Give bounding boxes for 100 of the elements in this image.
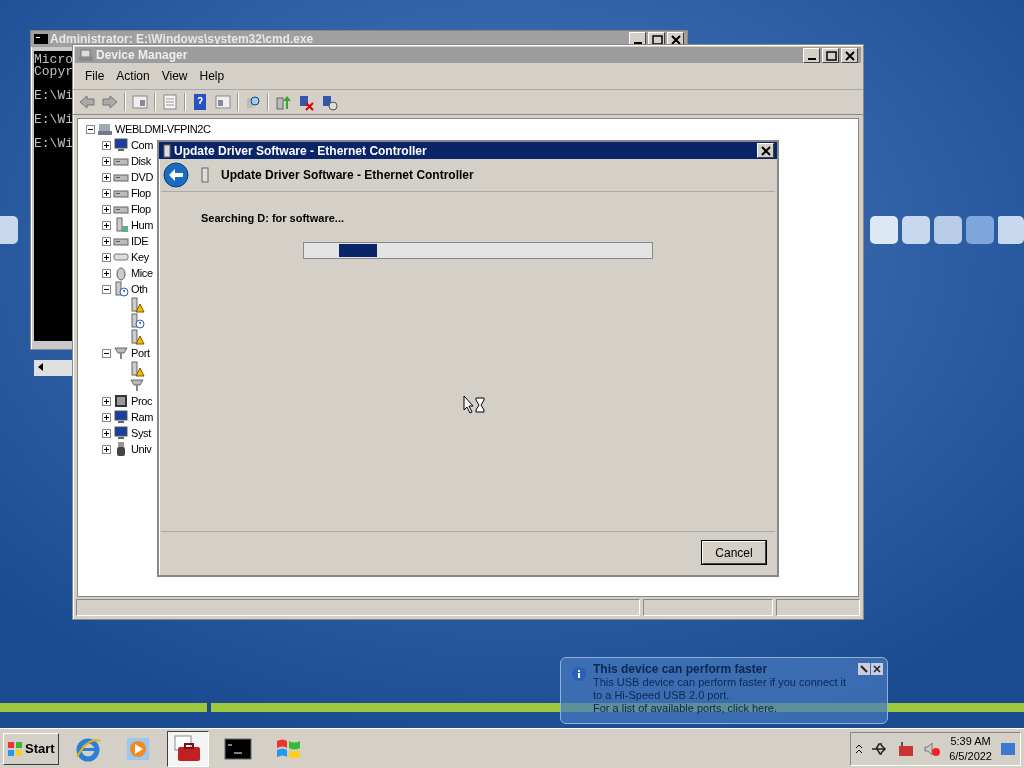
computer-icon — [97, 121, 113, 137]
port-icon — [129, 377, 145, 393]
remove-icon[interactable] — [297, 93, 315, 111]
tree-item[interactable]: Mice — [131, 267, 153, 279]
tree-item[interactable]: Oth — [131, 283, 148, 295]
cancel-button[interactable]: Cancel — [702, 541, 766, 564]
expand-toggle[interactable] — [86, 124, 95, 134]
tree-item[interactable]: Hum — [131, 219, 154, 231]
square-tile — [966, 216, 994, 244]
chevron-icon[interactable] — [855, 743, 864, 754]
window-title: Administrator: E:\Windows\system32\cmd.exe — [50, 32, 315, 46]
panel-icon[interactable] — [214, 93, 232, 111]
tree-item[interactable]: Univ — [131, 443, 152, 455]
scan-icon[interactable] — [244, 93, 262, 111]
back-button[interactable] — [163, 162, 189, 188]
square-tile — [998, 216, 1024, 244]
expand-toggle[interactable] — [102, 156, 111, 166]
windows-logo-icon — [7, 740, 23, 757]
monitor-icon — [113, 409, 129, 425]
device-icon — [113, 217, 129, 233]
console-line: E:\Wi — [34, 90, 73, 102]
expand-toggle[interactable] — [102, 220, 111, 230]
square-tile — [0, 216, 18, 244]
expand-toggle[interactable] — [102, 268, 111, 278]
expand-toggle[interactable] — [102, 188, 111, 198]
help-icon[interactable] — [191, 93, 209, 111]
expand-toggle[interactable] — [102, 172, 111, 182]
scrollbar[interactable] — [34, 360, 74, 376]
console-icon — [34, 34, 48, 44]
clock-date[interactable]: 6/5/2022 — [949, 748, 992, 764]
close-icon — [758, 144, 773, 157]
computer-icon — [78, 48, 94, 62]
port-icon — [113, 345, 129, 361]
console-line: E:\Wi — [34, 138, 73, 150]
warning-device-icon — [129, 361, 145, 377]
tree-item[interactable]: Port — [131, 347, 150, 359]
console-line: Copyr — [34, 66, 73, 78]
expand-toggle[interactable] — [102, 140, 111, 150]
tree-item[interactable]: DVD — [131, 171, 154, 183]
close-icon — [842, 48, 857, 62]
status-text: Searching D: for software... — [201, 212, 346, 224]
close-icon[interactable] — [871, 663, 883, 675]
tree-item[interactable]: Flop — [131, 187, 151, 199]
network-icon[interactable] — [897, 740, 916, 757]
minimize-button[interactable] — [803, 47, 820, 63]
tree-item[interactable]: Syst — [131, 427, 151, 439]
console-line: Micro — [34, 54, 73, 66]
monitor-icon — [113, 137, 129, 153]
square-tile — [870, 216, 898, 244]
device-icon — [199, 167, 211, 183]
question-device-icon — [113, 281, 129, 297]
expand-toggle[interactable] — [102, 236, 111, 246]
device-icon — [162, 143, 172, 158]
tree-item[interactable]: Com — [131, 139, 154, 151]
show-desktop-icon[interactable] — [1000, 741, 1016, 756]
tree-item[interactable]: IDE — [131, 235, 149, 247]
expand-toggle[interactable] — [102, 252, 111, 262]
question-device-icon — [129, 313, 145, 329]
warning-device-icon — [129, 297, 145, 313]
info-icon — [571, 666, 587, 682]
expand-toggle[interactable] — [102, 444, 111, 454]
maximize-icon — [823, 48, 838, 62]
close-button[interactable] — [841, 47, 858, 63]
taskbar-button[interactable] — [166, 730, 209, 767]
panel-icon[interactable] — [131, 93, 149, 111]
console-line: E:\Wi — [34, 114, 73, 126]
speaker-muted-icon[interactable] — [923, 740, 942, 757]
tree-item[interactable]: Ram — [131, 411, 154, 423]
menu-item[interactable]: File — [79, 67, 111, 85]
warning-device-icon — [129, 329, 145, 345]
expand-toggle[interactable] — [102, 348, 111, 358]
expand-toggle[interactable] — [102, 428, 111, 438]
clock-time[interactable]: 5:39 AM — [949, 733, 992, 749]
square-tile — [902, 216, 930, 244]
expand-toggle[interactable] — [102, 396, 111, 406]
mouse-icon — [113, 265, 129, 281]
busy-cursor-icon — [463, 395, 487, 415]
notification-text: This USB device can perform faster if you connect it to a Hi-Speed USB 2.0 port. — [593, 676, 848, 702]
window-title: Device Manager — [96, 48, 189, 62]
maximize-button[interactable] — [822, 47, 839, 63]
menu-item[interactable]: View — [155, 67, 194, 85]
close-button[interactable] — [757, 143, 774, 158]
square-tile — [934, 216, 962, 244]
tree-item[interactable]: Key — [131, 251, 149, 263]
tree-item[interactable]: WEBLDMI-VFPIN2C — [115, 123, 211, 135]
tree-item[interactable]: Proc — [131, 395, 153, 407]
start-button[interactable]: Start — [3, 732, 59, 765]
expand-toggle[interactable] — [102, 284, 111, 294]
dialog-heading: Update Driver Software - Ethernet Controller — [221, 168, 474, 182]
expand-toggle[interactable] — [102, 412, 111, 422]
window-title: Update Driver Software - Ethernet Controller — [174, 143, 428, 158]
expand-toggle[interactable] — [102, 204, 111, 214]
menu-item[interactable]: Action — [110, 67, 156, 85]
menu-item[interactable]: Help — [193, 67, 231, 85]
minimize-icon — [807, 57, 816, 60]
install-icon[interactable] — [320, 93, 338, 111]
toolbox-icon — [173, 734, 202, 763]
tree-item[interactable]: Flop — [131, 203, 151, 215]
wrench-icon[interactable] — [858, 663, 870, 675]
tree-item[interactable]: Disk — [131, 155, 151, 167]
